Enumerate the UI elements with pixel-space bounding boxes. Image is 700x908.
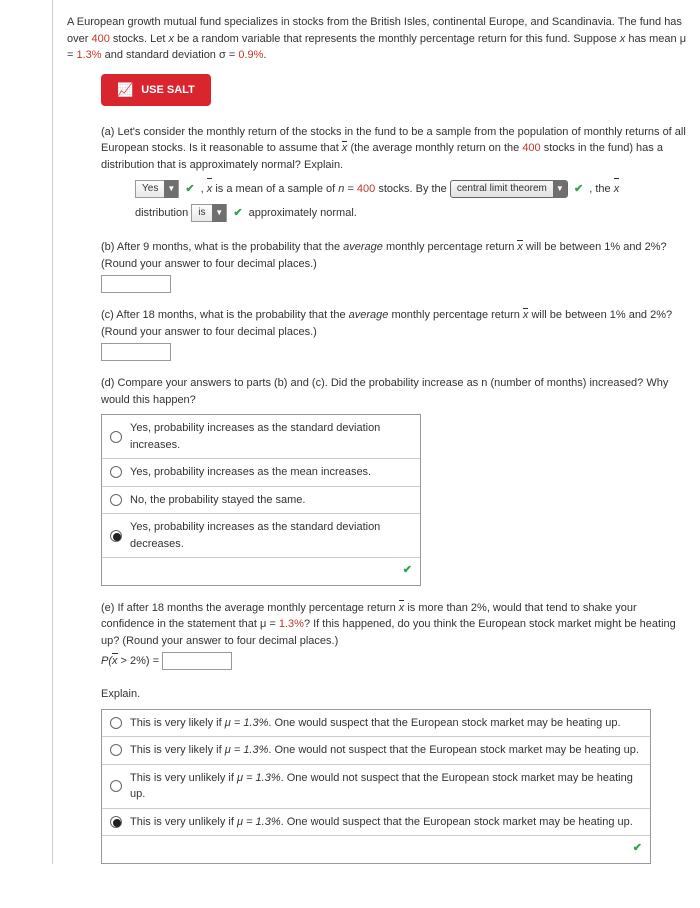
radio-icon [110, 530, 122, 542]
intro-sigma: σ = [219, 49, 238, 61]
chevron-down-icon: ▼ [164, 180, 178, 198]
a-xbar3: x [614, 177, 620, 201]
clt-label: central limit theorem [451, 177, 553, 201]
a-seg1c: stocks. By the [375, 183, 450, 195]
d-option-2[interactable]: Yes, probability increases as the mean i… [102, 459, 420, 487]
part-d: (d) Compare your answers to parts (b) an… [101, 375, 690, 586]
a-seg1b: is a mean of a sample of [212, 183, 338, 195]
e-option-box: This is very likely if μ = 1.3%. One wou… [101, 709, 651, 864]
d-opt4-label: Yes, probability increases as the standa… [130, 519, 412, 552]
a-n400: 400 [357, 183, 375, 195]
dropdown-is-label: is [192, 201, 212, 225]
salt-label: USE SALT [141, 84, 195, 96]
chevron-down-icon: ▼ [212, 204, 226, 222]
a-400: 400 [522, 142, 540, 154]
d-option-3[interactable]: No, the probability stayed the same. [102, 487, 420, 515]
intro-sigmaval: 0.9% [238, 49, 263, 61]
e-text1: (e) If after 18 months the average month… [101, 602, 399, 614]
e-opt4-label: This is very unlikely if μ = 1.3%. One w… [130, 814, 633, 831]
intro-line1c: be a random variable that represents the… [174, 33, 620, 45]
check-icon: ✔ [233, 207, 242, 219]
answer-input-c[interactable] [101, 343, 171, 361]
e-xbar: x [399, 600, 405, 617]
radio-icon [110, 717, 122, 729]
a-neq: n = [338, 183, 357, 195]
b-avg: average [343, 241, 383, 253]
radio-icon [110, 494, 122, 506]
chevron-down-icon: ▼ [553, 180, 567, 198]
b-text2: monthly percentage return [383, 241, 518, 253]
clt-pill[interactable]: central limit theorem ▼ [450, 180, 568, 198]
d-opt3-label: No, the probability stayed the same. [130, 492, 305, 509]
a-seg2a: distribution [135, 207, 191, 219]
a-text2: (the average monthly return on the [347, 142, 522, 154]
c-text2: monthly percentage return [388, 309, 523, 321]
e-opt2-label: This is very likely if μ = 1.3%. One wou… [130, 742, 639, 759]
check-icon: ✔ [102, 558, 420, 585]
e-option-3[interactable]: This is very unlikely if μ = 1.3%. One w… [102, 765, 650, 809]
radio-icon [110, 816, 122, 828]
d-option-4[interactable]: Yes, probability increases as the standa… [102, 514, 420, 558]
e-option-1[interactable]: This is very likely if μ = 1.3%. One wou… [102, 710, 650, 738]
part-b: (b) After 9 months, what is the probabil… [101, 239, 690, 293]
intro-line1b: stocks. Let [110, 33, 169, 45]
e-muval: 1.3% [279, 618, 304, 630]
e-option-2[interactable]: This is very likely if μ = 1.3%. One wou… [102, 737, 650, 765]
e-option-4[interactable]: This is very unlikely if μ = 1.3%. One w… [102, 809, 650, 837]
e-opt3-label: This is very unlikely if μ = 1.3%. One w… [130, 770, 642, 803]
answer-input-e[interactable] [162, 652, 232, 670]
check-icon: ✔ [574, 183, 583, 195]
c-text1: (c) After 18 months, what is the probabi… [101, 309, 349, 321]
c-xbar: x [523, 307, 529, 324]
d-prompt: (d) Compare your answers to parts (b) an… [101, 375, 690, 408]
e-mu: μ = [260, 618, 279, 630]
dropdown-is[interactable]: is ▼ [191, 204, 227, 222]
part-e: (e) If after 18 months the average month… [101, 600, 690, 864]
intro-line1e: and standard deviation [102, 49, 219, 61]
check-icon: ✔ [185, 183, 194, 195]
salt-icon: 📈 [117, 82, 133, 98]
a-seg1d: , the [589, 183, 613, 195]
a-xbar2: x [207, 177, 213, 201]
d-option-1[interactable]: Yes, probability increases as the standa… [102, 415, 420, 459]
e-eq2: > 2%) = [118, 655, 163, 667]
use-salt-button[interactable]: 📈 USE SALT [101, 74, 211, 106]
e-opt1-label: This is very likely if μ = 1.3%. One wou… [130, 715, 621, 732]
e-explain: Explain. [101, 686, 690, 703]
d-opt1-label: Yes, probability increases as the standa… [130, 420, 412, 453]
intro-period: . [263, 49, 266, 61]
radio-icon [110, 744, 122, 756]
part-c: (c) After 18 months, what is the probabi… [101, 307, 690, 361]
dropdown-yes-label: Yes [136, 177, 164, 201]
e-eq: P( [101, 655, 112, 667]
d-option-box: Yes, probability increases as the standa… [101, 414, 421, 586]
dropdown-yes[interactable]: Yes ▼ [135, 180, 179, 198]
intro-line1d: has mean [625, 33, 679, 45]
d-opt2-label: Yes, probability increases as the mean i… [130, 464, 371, 481]
answer-input-b[interactable] [101, 275, 171, 293]
a-seg2b: approximately normal. [249, 207, 357, 219]
intro-muval: 1.3% [76, 49, 101, 61]
radio-icon [110, 466, 122, 478]
part-a: (a) Let's consider the monthly return of… [101, 124, 690, 226]
radio-icon [110, 780, 122, 792]
c-avg: average [349, 309, 389, 321]
b-xbar: x [517, 239, 523, 256]
a-xbar: x [342, 140, 348, 157]
intro-400: 400 [91, 33, 109, 45]
b-text1: (b) After 9 months, what is the probabil… [101, 241, 343, 253]
radio-icon [110, 431, 122, 443]
e-xbar2: x [112, 653, 118, 670]
intro-text: A European growth mutual fund specialize… [67, 14, 690, 64]
check-icon: ✔ [102, 836, 650, 863]
